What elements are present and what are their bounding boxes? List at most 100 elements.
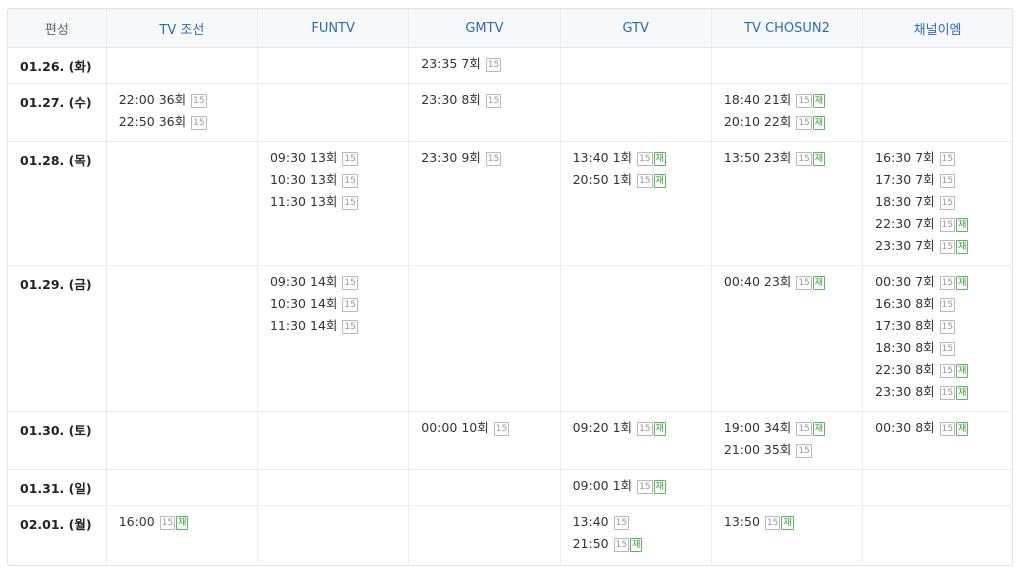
channel-em[interactable]: 채널이엠 (862, 9, 1012, 48)
schedule-cell (408, 469, 561, 506)
age-rating-badge: 15 (939, 320, 956, 334)
air-time: 11:30 (269, 318, 307, 333)
broadcast-entry[interactable]: 10:30 13회 15 (270, 172, 408, 194)
broadcast-entry[interactable]: 17:30 8회 15 (875, 318, 1012, 340)
broadcast-entry[interactable]: 20:10 22회 15 재 (724, 114, 862, 136)
broadcast-entry[interactable]: 19:00 34회 15 재 (724, 420, 862, 442)
broadcast-entry[interactable]: 09:30 14회 15 (270, 274, 408, 296)
episode-number: 14회 (310, 274, 338, 289)
channel-funtv[interactable]: FUNTV (257, 9, 410, 48)
broadcast-entry[interactable]: 11:30 14회 15 (270, 318, 408, 340)
date-cell: 01.27. (수) (8, 83, 107, 142)
rerun-badge: 재 (956, 386, 969, 400)
air-time: 13:40 (572, 514, 609, 529)
rerun-badge: 재 (956, 218, 969, 232)
episode-number: 8회 (461, 92, 481, 107)
age-rating-badge: 15 (939, 218, 956, 232)
schedule-cell: 13:50 23회 15 재 (711, 141, 864, 266)
episode-number: 13회 (310, 172, 338, 187)
episode-number: 7회 (915, 150, 935, 165)
rerun-badge: 재 (630, 538, 643, 552)
age-rating-badge: 15 (796, 276, 812, 290)
air-time: 13:50 (723, 514, 760, 529)
channel-gmtv[interactable]: GMTV (408, 9, 561, 48)
broadcast-entry[interactable]: 16:30 7회 15 (875, 150, 1012, 172)
rerun-badge: 재 (812, 276, 826, 290)
channel-tv-chosun2[interactable]: TV CHOSUN2 (711, 9, 864, 48)
broadcast-entry[interactable]: 22:30 7회 15 재 (875, 216, 1012, 238)
episode-number: 23회 (763, 274, 792, 289)
broadcast-entry[interactable]: 00:40 23회 15 재 (724, 274, 862, 296)
age-rating-badge: 15 (939, 152, 956, 166)
episode-number: 7회 (915, 216, 935, 231)
broadcast-entry[interactable]: 13:40 1회 15 재 (573, 150, 711, 172)
air-time: 22:30 (875, 362, 912, 377)
schedule-cell: 23:30 8회 15 (408, 83, 561, 142)
broadcast-entry[interactable]: 23:30 8회 15 재 (875, 384, 1012, 406)
air-time: 23:30 (421, 92, 458, 107)
air-time: 09:20 (572, 420, 609, 435)
broadcast-entry[interactable]: 09:30 13회 15 (270, 150, 408, 172)
table-row: 01.27. (수) 22:00 36회 15 22:50 36회 15 23:30 8회 15 1… (8, 83, 1012, 142)
broadcast-entry[interactable]: 00:30 8회 15 재 (875, 420, 1012, 442)
rerun-badge: 재 (812, 94, 826, 108)
broadcast-entry[interactable]: 18:30 7회 15 (875, 194, 1012, 216)
rerun-badge: 재 (781, 516, 794, 530)
broadcast-entry[interactable]: 09:00 1회 15 재 (573, 478, 711, 500)
broadcast-entry[interactable]: 21:50 15 재 (573, 536, 711, 558)
air-time: 22:30 (875, 216, 912, 231)
broadcast-entry[interactable]: 22:50 36회 15 (119, 114, 257, 136)
broadcast-entry[interactable]: 00:00 10회 15 (421, 420, 559, 442)
age-rating-badge: 15 (939, 276, 956, 290)
age-rating-badge: 15 (939, 422, 956, 436)
age-rating-badge: 15 (485, 152, 502, 166)
broadcast-entry[interactable]: 20:50 1회 15 재 (573, 172, 711, 194)
broadcast-entry[interactable]: 09:20 1회 15 재 (573, 420, 711, 442)
schedule-cell (106, 265, 258, 412)
schedule-table-container: 편성 TV 조선 FUNTV GMTV GTV TV CHOSUN2 채널이엠 … (7, 8, 1013, 566)
broadcast-entry[interactable]: 16:30 8회 15 (875, 296, 1012, 318)
schedule-cell (257, 469, 410, 506)
air-time: 23:30 (875, 384, 912, 399)
air-time: 10:30 (269, 296, 307, 311)
rerun-badge: 재 (956, 364, 969, 378)
broadcast-entry[interactable]: 13:40 15 (573, 514, 711, 536)
air-time: 13:50 (723, 150, 760, 165)
age-rating-badge: 15 (637, 152, 653, 166)
rerun-badge: 재 (653, 152, 666, 166)
age-rating-badge: 15 (342, 174, 358, 188)
age-rating-badge: 15 (342, 196, 358, 210)
rerun-badge: 재 (812, 116, 826, 130)
age-rating-badge: 15 (637, 422, 653, 436)
broadcast-entry[interactable]: 23:30 8회 15 (421, 92, 559, 114)
broadcast-entry[interactable]: 23:35 7회 15 (421, 56, 559, 78)
channel-gtv[interactable]: GTV (560, 9, 712, 48)
broadcast-entry[interactable]: 13:50 15 재 (724, 514, 862, 536)
broadcast-entry[interactable]: 16:00 15 재 (119, 514, 257, 536)
broadcast-entry[interactable]: 10:30 14회 15 (270, 296, 408, 318)
broadcast-entry[interactable]: 22:30 8회 15 재 (875, 362, 1012, 384)
broadcast-entry[interactable]: 23:30 9회 15 (421, 150, 559, 172)
broadcast-entry[interactable]: 22:00 36회 15 (119, 92, 257, 114)
age-rating-badge: 15 (613, 516, 630, 530)
schedule-cell (711, 469, 864, 506)
table-row: 01.28. (목) 09:30 13회 15 10:30 13회 15 11:30 13회 15… (8, 141, 1012, 266)
date-cell: 01.29. (금) (8, 265, 107, 412)
air-time: 18:40 (723, 92, 760, 107)
episode-number: 23회 (763, 150, 792, 165)
broadcast-entry[interactable]: 18:30 8회 15 (875, 340, 1012, 362)
broadcast-entry[interactable]: 23:30 7회 15 재 (875, 238, 1012, 260)
air-time: 16:00 (118, 514, 155, 529)
broadcast-entry[interactable]: 18:40 21회 15 재 (724, 92, 862, 114)
broadcast-entry[interactable]: 11:30 13회 15 (270, 194, 408, 216)
date-cell: 01.31. (일) (8, 469, 107, 506)
broadcast-entry[interactable]: 13:50 23회 15 재 (724, 150, 862, 172)
broadcast-entry[interactable]: 00:30 7회 15 재 (875, 274, 1012, 296)
table-row: 01.30. (토) 00:00 10회 15 09:20 1회 15 재 19:00 34회 15… (8, 411, 1012, 470)
age-rating-badge: 15 (939, 298, 956, 312)
channel-tv-chosun[interactable]: TV 조선 (106, 9, 258, 48)
broadcast-entry[interactable]: 17:30 7회 15 (875, 172, 1012, 194)
broadcast-entry[interactable]: 21:00 35회 15 (724, 442, 862, 464)
schedule-cell (862, 83, 1012, 142)
episode-number: 8회 (915, 340, 935, 355)
